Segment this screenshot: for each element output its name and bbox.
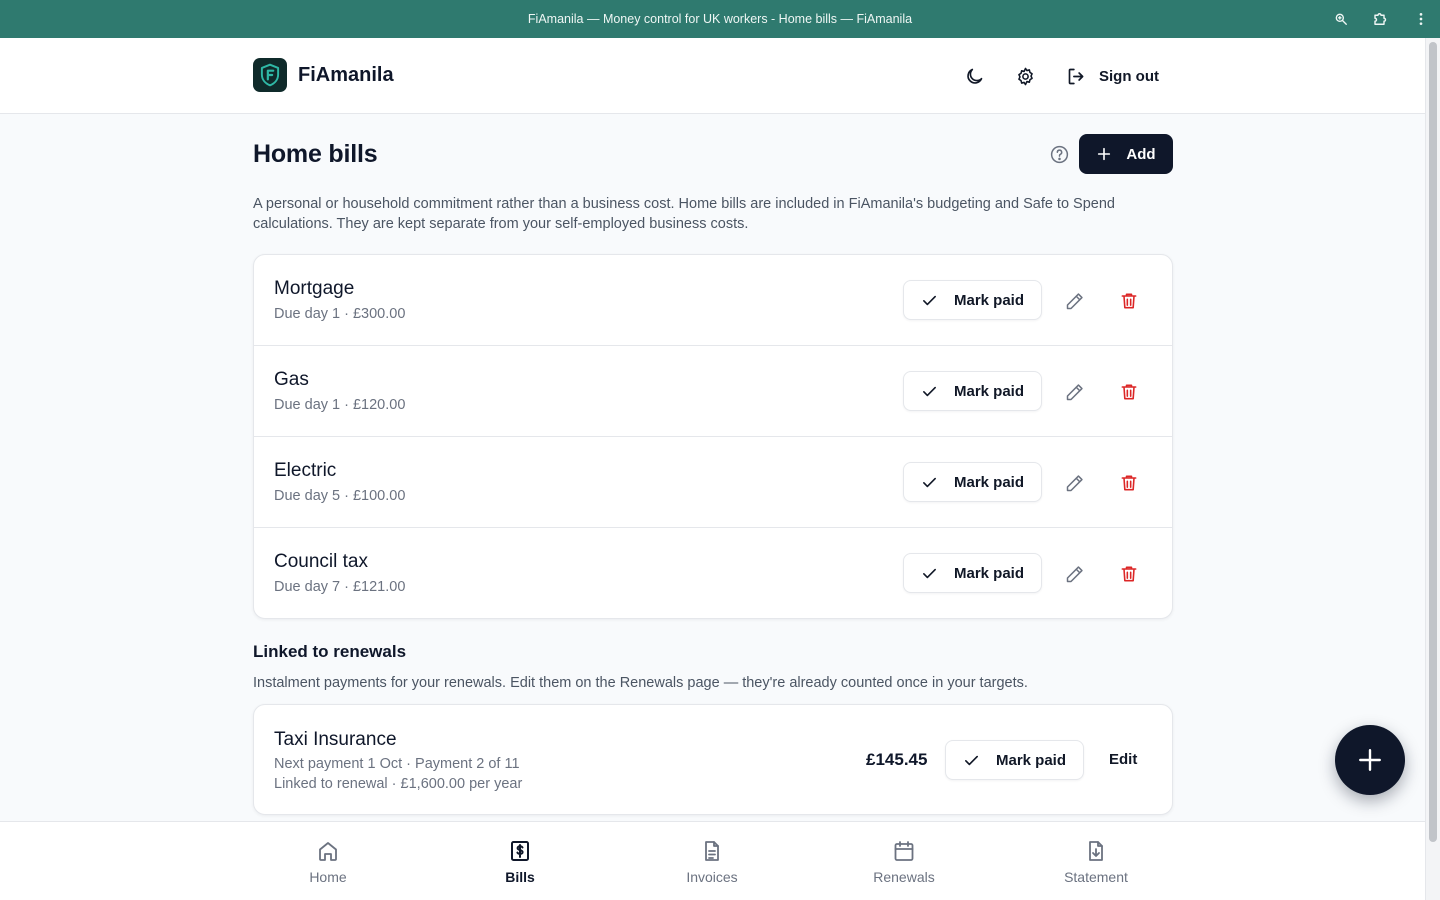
mark-paid-label: Mark paid: [953, 382, 1025, 400]
nav-item-bills[interactable]: Bills: [460, 838, 580, 885]
mark-paid-button[interactable]: Mark paid: [903, 462, 1042, 502]
nav-label: Renewals: [873, 869, 935, 885]
nav-item-renewals[interactable]: Renewals: [844, 838, 964, 885]
nav-item-invoices[interactable]: Invoices: [652, 838, 772, 885]
bill-row: Mortgage Due day 1 · £300.00 Mark paid: [254, 255, 1172, 346]
theme-toggle-button[interactable]: [964, 62, 985, 90]
bill-meta: Due day 7 · £121.00: [274, 579, 406, 595]
pencil-icon: [1066, 474, 1083, 491]
floating-add-button[interactable]: [1335, 725, 1405, 795]
help-circle-icon: [1050, 145, 1068, 163]
brand-name: FiAmanila: [298, 63, 394, 86]
page-title: Home bills: [253, 140, 378, 168]
sign-out-button[interactable]: Sign out: [1066, 62, 1159, 90]
trash-icon: [1121, 566, 1137, 582]
bill-name: Mortgage: [274, 278, 355, 299]
linked-renewals-description: Instalment payments for your renewals. E…: [253, 675, 1028, 691]
bill-row: Electric Due day 5 · £100.00 Mark paid: [254, 437, 1172, 528]
check-icon: [923, 568, 936, 578]
bottom-navigation: Home Bills Invoices Renewals Statement: [0, 821, 1425, 900]
mark-paid-button[interactable]: Mark paid: [903, 371, 1042, 411]
delete-bill-button[interactable]: [1118, 563, 1140, 585]
mark-paid-label: Mark paid: [953, 291, 1025, 309]
renewal-name: Taxi Insurance: [274, 729, 397, 750]
nav-label: Home: [309, 869, 347, 885]
browser-title-bar: FiAmanila — Money control for UK workers…: [0, 0, 1440, 38]
pencil-icon: [1066, 383, 1083, 400]
bill-meta: Due day 1 · £120.00: [274, 397, 406, 413]
trash-icon: [1121, 384, 1137, 400]
mark-paid-label: Mark paid: [995, 751, 1067, 769]
add-button-label: Add: [1126, 145, 1156, 163]
kebab-menu-icon[interactable]: [1412, 10, 1430, 28]
page-description: A personal or household commitment rathe…: [253, 196, 1115, 232]
check-icon: [923, 295, 936, 305]
help-button[interactable]: [1047, 142, 1071, 166]
renewal-amount: £145.45: [866, 750, 928, 769]
header-actions: Sign out: [964, 62, 1159, 90]
plus-icon: [1359, 749, 1381, 771]
invoice-icon: [699, 838, 725, 864]
edit-bill-button[interactable]: [1063, 563, 1085, 585]
browser-title: FiAmanila — Money control for UK workers…: [527, 12, 913, 26]
brand-logo-icon: [253, 58, 287, 92]
edit-renewal-button[interactable]: Edit: [1109, 751, 1137, 768]
renewal-linked-info: Linked to renewal · £1,600.00 per year: [274, 776, 523, 792]
page-scrollbar[interactable]: [1425, 38, 1440, 900]
nav-label: Invoices: [686, 869, 738, 885]
delete-bill-button[interactable]: [1118, 472, 1140, 494]
zoom-icon[interactable]: [1332, 10, 1350, 28]
bills-icon: [507, 838, 533, 864]
pencil-icon: [1066, 565, 1083, 582]
browser-toolbar-icons: [1332, 0, 1430, 38]
plus-icon: [1098, 147, 1111, 161]
mark-paid-label: Mark paid: [953, 564, 1025, 582]
edit-bill-button[interactable]: [1063, 472, 1085, 494]
sign-out-label: Sign out: [1099, 67, 1159, 85]
gear-icon: [1018, 67, 1033, 85]
bill-meta: Due day 1 · £300.00: [274, 306, 406, 322]
trash-icon: [1121, 293, 1137, 309]
mark-paid-button[interactable]: Mark paid: [945, 740, 1084, 780]
scrollbar-thumb[interactable]: [1429, 42, 1437, 842]
brand[interactable]: FiAmanila: [253, 58, 394, 92]
nav-item-statement[interactable]: Statement: [1036, 838, 1156, 885]
mark-paid-button[interactable]: Mark paid: [903, 553, 1042, 593]
bill-name: Electric: [274, 460, 337, 481]
calendar-icon: [891, 838, 917, 864]
page-heading-row: Home bills Add: [253, 134, 1173, 174]
delete-bill-button[interactable]: [1118, 381, 1140, 403]
bill-meta: Due day 5 · £100.00: [274, 488, 406, 504]
home-icon: [315, 838, 341, 864]
linked-renewals-title: Linked to renewals: [253, 642, 407, 661]
settings-button[interactable]: [1015, 62, 1036, 90]
statement-download-icon: [1083, 838, 1109, 864]
mark-paid-button[interactable]: Mark paid: [903, 280, 1042, 320]
delete-bill-button[interactable]: [1118, 290, 1140, 312]
bill-row: Gas Due day 1 · £120.00 Mark paid: [254, 346, 1172, 437]
bill-name: Council tax: [274, 551, 368, 572]
mark-paid-label: Mark paid: [953, 473, 1025, 491]
extensions-icon[interactable]: [1372, 10, 1390, 28]
nav-label: Statement: [1064, 869, 1128, 885]
app-header: FiAmanila Sign out: [0, 38, 1425, 114]
trash-icon: [1121, 475, 1137, 491]
check-icon: [923, 477, 936, 487]
bill-row: Council tax Due day 7 · £121.00 Mark pai…: [254, 528, 1172, 618]
bill-name: Gas: [274, 369, 309, 390]
sign-out-icon: [1068, 68, 1084, 84]
pencil-icon: [1066, 292, 1083, 309]
nav-item-home[interactable]: Home: [268, 838, 388, 885]
check-icon: [965, 755, 978, 765]
moon-icon: [967, 68, 983, 84]
bills-list: Mortgage Due day 1 · £300.00 Mark paid G…: [253, 254, 1173, 619]
edit-bill-button[interactable]: [1063, 381, 1085, 403]
linked-renewal-item: Taxi Insurance Next payment 1 Oct · Paym…: [253, 704, 1173, 815]
add-bill-button[interactable]: Add: [1079, 134, 1173, 174]
edit-bill-button[interactable]: [1063, 290, 1085, 312]
nav-label: Bills: [505, 869, 535, 885]
renewal-next-payment: Next payment 1 Oct · Payment 2 of 11: [274, 756, 520, 772]
check-icon: [923, 386, 936, 396]
